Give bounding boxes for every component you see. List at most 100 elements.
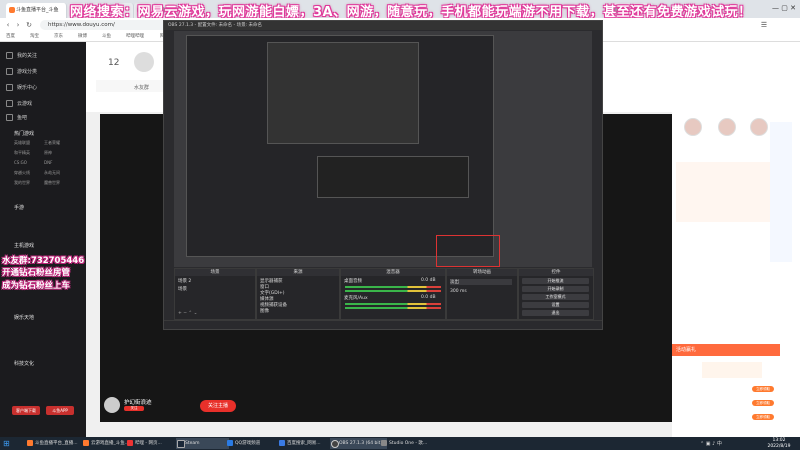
side-ads-column[interactable] [770, 122, 792, 262]
controls-dock: 控件 开始推流 开始录制 工作室模式 设置 退出 [518, 268, 594, 320]
transition-duration[interactable]: 300 ms [450, 289, 467, 294]
scene-toolbar[interactable]: + − ⌃ ⌄ [178, 311, 197, 316]
nested-mixer [317, 156, 469, 198]
fish-icon [6, 114, 13, 121]
studio-mode-button[interactable]: 工作室模式 [522, 294, 589, 300]
taskbar-item[interactable]: OBS 27.1.3 (64 bit) [330, 438, 387, 449]
sidebar-item-entertainment[interactable]: 娱乐中心 [6, 84, 37, 91]
taskbar-item[interactable]: Steam [176, 438, 229, 449]
obs-status-bar [164, 320, 602, 329]
extensions-icon[interactable]: ☰ [760, 21, 768, 29]
scene-item[interactable]: 场景 [178, 286, 187, 292]
taskbar-item[interactable]: QQ游戏频道 [226, 438, 281, 449]
mixer-header: 混音器 [341, 269, 445, 276]
douyu-favicon-icon [9, 7, 15, 13]
active-tab-label: 斗鱼直播平台_斗鱼 [16, 7, 59, 13]
follow-button[interactable]: 关注主播 [200, 400, 236, 412]
streamer-info [96, 80, 166, 92]
bookmark-item[interactable]: 京东 [54, 33, 63, 39]
sidebar-grid-item[interactable]: 魔兽世界 [44, 180, 60, 186]
browser-icon [27, 440, 33, 446]
sidebar-item-cloud-game[interactable]: 云游戏 [6, 100, 32, 107]
sources-header: 来源 [257, 269, 339, 276]
heart-icon [6, 52, 13, 59]
rank-avatar[interactable] [750, 118, 768, 136]
sidebar-grid-item[interactable]: 和平精英 [14, 150, 30, 156]
sidebar-grid-item[interactable]: 原神 [44, 150, 52, 156]
taskbar-item[interactable]: Studio One - 歌... [380, 438, 439, 449]
obs-preview[interactable] [174, 31, 592, 267]
browser-tab-active[interactable]: 斗鱼直播平台_斗鱼 [6, 3, 67, 18]
source-item[interactable]: 图像 [260, 308, 269, 314]
grid-icon [6, 68, 13, 75]
app-icon [127, 440, 133, 446]
host-avatar[interactable] [104, 397, 120, 413]
nested-capture-inner [267, 42, 419, 144]
start-menu-icon[interactable]: ⊞ [3, 439, 12, 448]
audio-meter [345, 303, 441, 305]
claim-button[interactable]: 立即领取 [752, 400, 774, 406]
sidebar-grid-item[interactable]: 穿越火线 [14, 170, 30, 176]
room-number: 12 [108, 58, 120, 68]
sidebar-item-fishbar[interactable]: 鱼吧 [6, 114, 27, 121]
sidebar-grid-item[interactable]: CS:GO [14, 160, 27, 165]
audio-meter [345, 290, 441, 292]
exit-button[interactable]: 退出 [522, 310, 589, 316]
obs-window: OBS 27.1.3 - 配置文件: 未命名 - 场景: 未命名 场景 场景 2… [163, 20, 603, 330]
sidebar-grid-item[interactable]: DNF [44, 160, 52, 165]
refresh-icon[interactable]: ↻ [25, 21, 33, 29]
sidebar-grid-item[interactable]: 永劫无间 [44, 170, 60, 176]
studio-one-icon [381, 440, 387, 446]
bookmark-item[interactable]: 斗鱼 [102, 33, 111, 39]
taskbar-item[interactable]: 百度搜索_网易... [278, 438, 335, 449]
sidebar-grid-item[interactable]: 英雄联盟 [14, 140, 30, 146]
clock-date: 2022/8/19 [767, 444, 791, 449]
overlay-line: 水友群:732705446 [2, 256, 85, 266]
bookmark-item[interactable]: 淘宝 [30, 33, 39, 39]
sidebar-section-title: 主机游戏 [14, 243, 35, 249]
transition-select[interactable]: 淡出 [450, 279, 512, 285]
sidebar-grid-item[interactable]: 我的世界 [14, 180, 30, 186]
mixer-track-name: 桌面音频 [344, 279, 362, 284]
transitions-header: 转场动画 [447, 269, 517, 276]
overlay-line: 开通钻石粉丝房管 [2, 268, 71, 278]
mixer-track-db: 0.0 dB [421, 295, 436, 300]
back-icon[interactable]: ‹ [4, 21, 12, 29]
sidebar-item-categories[interactable]: 游戏分类 [6, 68, 37, 75]
taskbar-item[interactable]: 哔哩 - 网页... [126, 438, 179, 449]
claim-button[interactable]: 立即领取 [752, 386, 774, 392]
client-download-button[interactable]: 客户端下载 [12, 406, 40, 415]
clock[interactable]: 13:02 2022/8/19 [760, 438, 798, 450]
gift-panel-title: 活动赢礼 [676, 347, 697, 353]
douyu-app-button[interactable]: 斗鱼APP [46, 406, 74, 415]
bookmark-item[interactable]: 哔哩哔哩 [126, 33, 144, 39]
tray-icons[interactable]: ⌃ ▣ ♪ 中 [700, 440, 722, 447]
steam-icon [177, 440, 185, 448]
nested-capture [186, 35, 494, 257]
claim-button[interactable]: 立即领取 [752, 414, 774, 420]
streamer-avatar[interactable] [134, 52, 154, 72]
qq-icon [227, 440, 233, 446]
bookmark-item[interactable]: 百度 [6, 33, 15, 39]
rank-avatar[interactable] [684, 118, 702, 136]
window-controls[interactable]: — ▢ ✕ [772, 4, 796, 12]
sidebar-grid-item[interactable]: 王者荣耀 [44, 140, 60, 146]
rank-avatar[interactable] [718, 118, 736, 136]
sidebar-item-follow[interactable]: 我的关注 [6, 52, 37, 59]
forward-icon[interactable]: › [14, 21, 22, 29]
obs-icon [331, 440, 339, 448]
audio-meter [345, 286, 441, 288]
host-follow-tag: 关注 [124, 406, 144, 411]
host-name: 护幻街浪迹 [124, 400, 152, 406]
bookmark-item[interactable]: 微博 [78, 33, 87, 39]
transitions-dock: 转场动画 淡出 300 ms [446, 268, 518, 320]
settings-button[interactable]: 设置 [522, 302, 589, 308]
browser-icon [83, 440, 89, 446]
obs-title: OBS 27.1.3 - 配置文件: 未命名 - 场景: 未命名 [168, 23, 263, 28]
controls-header: 控件 [519, 269, 593, 276]
selection-box[interactable] [436, 235, 500, 267]
scene-item[interactable]: 场景 2 [178, 278, 191, 284]
mixer-dock: 混音器 桌面音频 0.0 dB 麦克风/Aux 0.0 dB [340, 268, 446, 320]
start-recording-button[interactable]: 开始录制 [522, 286, 589, 292]
start-streaming-button[interactable]: 开始推流 [522, 278, 589, 284]
